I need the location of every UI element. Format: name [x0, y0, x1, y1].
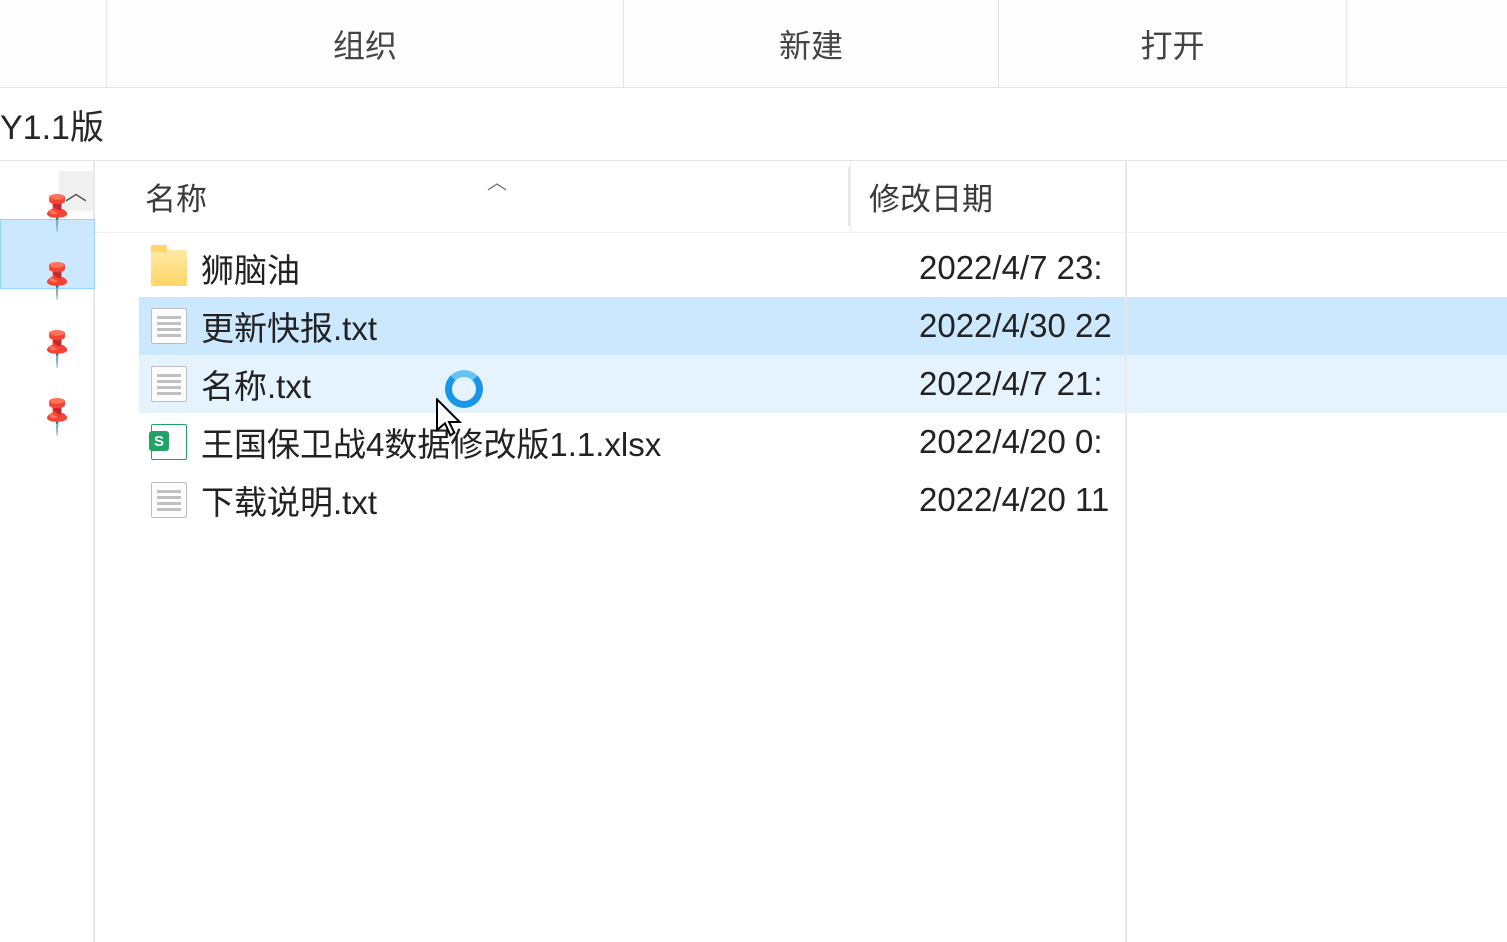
nav-pinned-item-3[interactable]: 📌	[0, 317, 93, 375]
column-headers: 名称 ︿ 修改日期	[95, 161, 1507, 233]
ribbon-open-label: 打开	[1140, 21, 1204, 67]
ribbon-section-empty	[0, 0, 107, 87]
ribbon-group-organize[interactable]: 组织	[107, 0, 624, 87]
pin-icon: 📌	[34, 322, 82, 370]
column-divider[interactable]	[848, 167, 850, 226]
sort-indicator-icon: ︿	[487, 166, 507, 195]
file-row[interactable]: 王国保卫战4数据修改版1.1.xlsx2022/4/20 0:	[139, 413, 1507, 471]
address-path-fragment: Y1.1版	[0, 100, 104, 149]
ribbon-group-open[interactable]: 打开	[999, 0, 1347, 87]
column-name-label: 名称	[145, 174, 207, 219]
file-rows-container: 狮脑油2022/4/7 23:更新快报.txt2022/4/30 22名称.tx…	[139, 239, 1507, 529]
ribbon-organize-label: 组织	[333, 21, 397, 67]
txt-icon	[151, 308, 187, 344]
file-name-label: 王国保卫战4数据修改版1.1.xlsx	[201, 418, 861, 466]
column-header-name[interactable]: 名称 ︿	[95, 161, 850, 232]
file-list-view: 名称 ︿ 修改日期 狮脑油2022/4/7 23:更新快报.txt2022/4/…	[95, 161, 1507, 942]
file-date-label: 2022/4/20 0:	[861, 423, 1103, 461]
file-name-label: 更新快报.txt	[201, 302, 861, 350]
txt-icon	[151, 366, 187, 402]
file-date-label: 2022/4/7 23:	[861, 249, 1103, 287]
main-area: ︿ 📌 📌 📌 📌 名称 ︿ 修改日期	[0, 161, 1507, 942]
file-date-label: 2022/4/7 21:	[861, 365, 1103, 403]
address-bar[interactable]: Y1.1版	[0, 88, 1507, 161]
column-header-date[interactable]: 修改日期	[850, 161, 993, 232]
file-row[interactable]: 狮脑油2022/4/7 23:	[139, 239, 1507, 297]
folder-icon	[151, 250, 187, 286]
column-date-label: 修改日期	[869, 174, 993, 219]
ribbon-section-trailing	[1347, 0, 1507, 87]
file-date-label: 2022/4/20 11	[861, 481, 1109, 519]
ribbon-toolbar: 组织 新建 打开	[0, 0, 1507, 88]
xlsx-icon	[151, 424, 187, 460]
file-name-label: 名称.txt	[201, 360, 861, 408]
navigation-pane: ︿ 📌 📌 📌 📌	[0, 161, 95, 942]
pin-icon: 📌	[34, 390, 82, 438]
txt-icon	[151, 482, 187, 518]
ribbon-new-label: 新建	[779, 21, 843, 67]
file-row[interactable]: 更新快报.txt2022/4/30 22	[139, 297, 1507, 355]
file-date-label: 2022/4/30 22	[861, 307, 1112, 345]
file-name-label: 下载说明.txt	[201, 476, 861, 524]
detail-pane-divider	[1125, 161, 1127, 942]
file-row[interactable]: 下载说明.txt2022/4/20 11	[139, 471, 1507, 529]
file-row[interactable]: 名称.txt2022/4/7 21:	[139, 355, 1507, 413]
ribbon-group-new[interactable]: 新建	[624, 0, 999, 87]
nav-pinned-item-4[interactable]: 📌	[0, 385, 93, 443]
file-name-label: 狮脑油	[201, 244, 861, 292]
